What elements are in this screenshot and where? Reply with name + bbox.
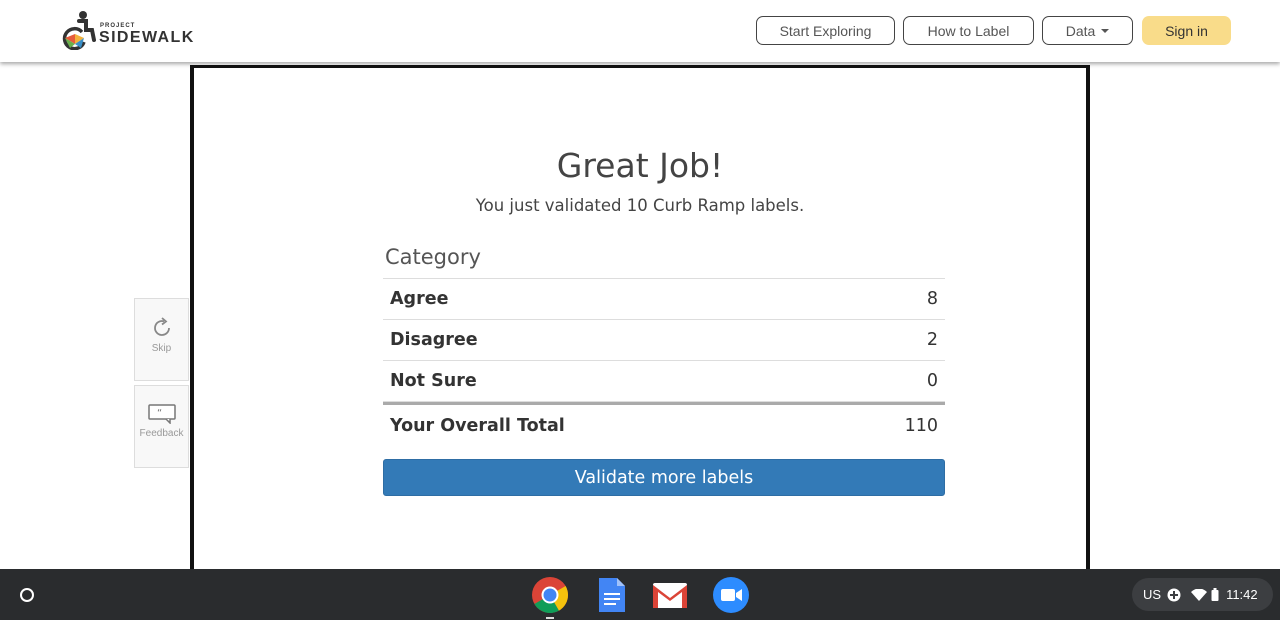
page-title: Great Job! [556, 146, 724, 185]
project-sidewalk-logo[interactable]: PROJECT SIDEWALK [62, 10, 212, 52]
table-row: Not Sure 0 [383, 361, 945, 402]
validation-summary-panel: Great Job! You just validated 10 Curb Ra… [190, 65, 1090, 575]
total-value: 110 [904, 415, 938, 436]
row-value-agree: 8 [926, 289, 938, 309]
how-to-label-button[interactable]: How to Label [903, 16, 1034, 45]
status-tray[interactable]: US 11:42 [1132, 578, 1273, 611]
skip-label: Skip [151, 343, 172, 354]
os-shelf: US 11:42 [0, 569, 1280, 620]
row-label-not-sure: Not Sure [390, 371, 477, 391]
zoom-icon[interactable] [712, 576, 750, 614]
wifi-icon [1191, 588, 1208, 601]
gmail-icon[interactable] [651, 576, 689, 614]
table-row-total: Your Overall Total 110 [383, 402, 945, 446]
wheelchair-logo-icon [62, 11, 96, 50]
summary-subtitle: You just validated 10 Curb Ramp labels. [475, 196, 805, 215]
speech-bubble-icon: “ [147, 404, 176, 424]
feedback-button[interactable]: “ Feedback [134, 385, 189, 468]
row-label-disagree: Disagree [390, 330, 478, 350]
table-header: Category [383, 240, 945, 279]
data-dropdown-label: Data [1065, 22, 1096, 39]
launcher-icon[interactable] [20, 588, 34, 602]
skip-button[interactable]: Skip [134, 298, 189, 381]
google-docs-icon[interactable] [593, 576, 631, 614]
table-row: Agree 8 [383, 279, 945, 320]
refresh-icon [153, 317, 170, 336]
feedback-label: Feedback [139, 428, 184, 439]
battery-icon [1211, 588, 1219, 601]
table-row: Disagree 2 [383, 320, 945, 361]
svg-text:“: “ [157, 408, 162, 419]
start-exploring-button[interactable]: Start Exploring [756, 16, 895, 45]
total-label: Your Overall Total [390, 415, 565, 436]
validate-more-labels-button[interactable]: Validate more labels [383, 459, 945, 496]
row-label-agree: Agree [390, 289, 449, 309]
caret-down-icon [1101, 28, 1110, 33]
keyboard-layout-indicator: US [1143, 587, 1162, 602]
clock-time: 11:42 [1226, 587, 1258, 602]
sign-in-button[interactable]: Sign in [1142, 16, 1231, 45]
chrome-icon[interactable] [531, 576, 569, 614]
row-value-disagree: 2 [926, 330, 938, 350]
top-navbar: PROJECT SIDEWALK Start Exploring How to … [0, 0, 1280, 62]
data-dropdown-button[interactable]: Data [1042, 16, 1133, 45]
row-value-not-sure: 0 [926, 371, 938, 391]
category-table: Category Agree 8 Disagree 2 Not Sure 0 Y… [383, 240, 945, 446]
chrome-running-indicator [546, 617, 554, 619]
logo-sidewalk-text: SIDEWALK [99, 29, 195, 46]
add-circle-icon [1167, 588, 1181, 601]
